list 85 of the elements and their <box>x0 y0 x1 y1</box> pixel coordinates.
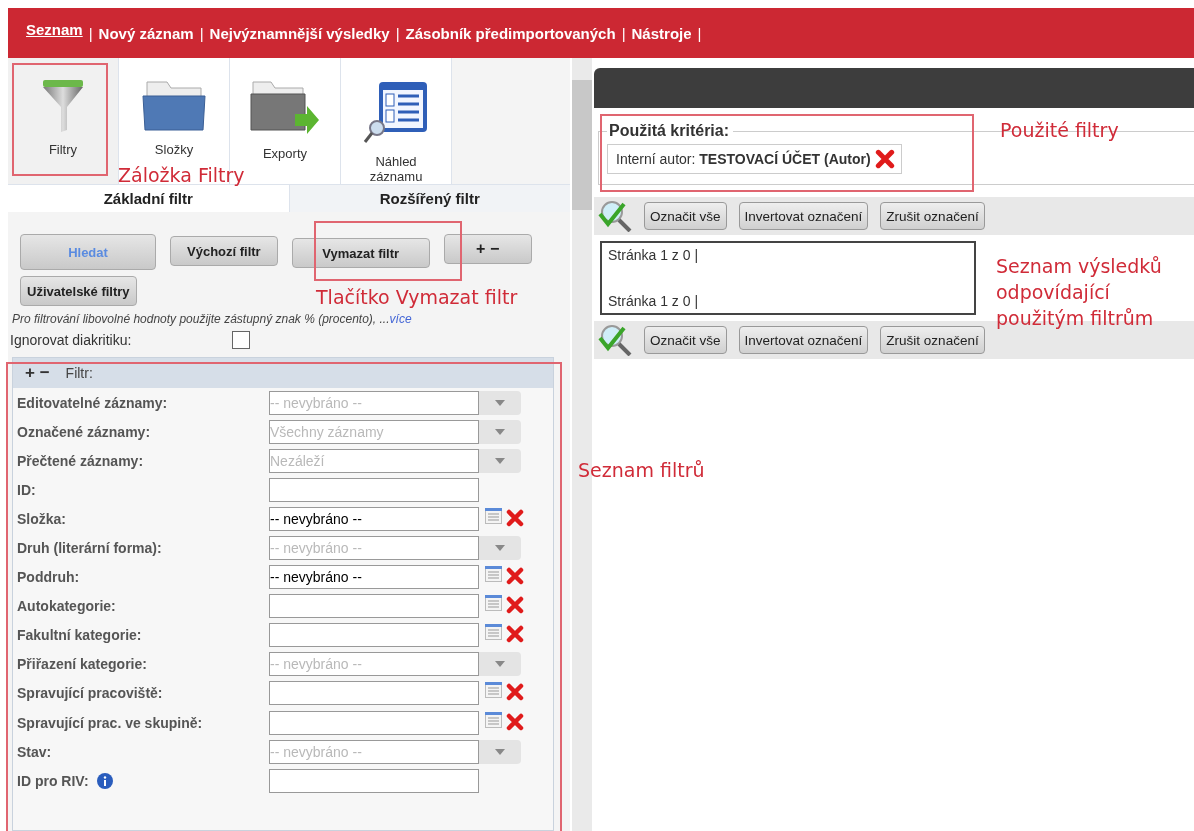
field-label: Přiřazení kategorie: <box>17 656 147 673</box>
input-field[interactable]: -- nevybráno -- <box>269 506 479 531</box>
nav-link[interactable]: Nejvýznamnější výsledky <box>209 24 390 42</box>
nav-separator: | <box>621 24 626 42</box>
criteria-title: Použitá kritéria: <box>608 122 731 140</box>
delete-icon[interactable] <box>506 596 524 615</box>
nav-link[interactable]: Zásobník předimportovaných <box>405 24 616 42</box>
input-field[interactable] <box>269 594 479 619</box>
delete-icon[interactable] <box>874 149 895 169</box>
input-field[interactable] <box>269 710 479 735</box>
checkbox-label: Ignorovat diakritiku: <box>10 332 133 348</box>
action-button[interactable]: + − <box>443 234 532 264</box>
selection-button[interactable]: Zrušit označení <box>880 202 985 230</box>
delete-icon[interactable] <box>506 712 524 731</box>
field-label: Složka: <box>17 510 66 527</box>
checkbox[interactable] <box>232 331 250 349</box>
nav-link[interactable]: Nástroje <box>631 24 692 42</box>
nav-separator: | <box>697 24 702 42</box>
nav-separator: | <box>88 24 93 42</box>
tab[interactable]: Základní filtr <box>8 185 289 212</box>
annotation-text: Seznam výsledků odpovídající použitým filtrům <box>996 254 1163 331</box>
panel-title: Filtr: <box>65 365 93 381</box>
folder-export-icon <box>249 80 321 136</box>
magnifier-check-icon[interactable] <box>598 200 632 232</box>
nav-link[interactable]: Seznam <box>26 21 83 45</box>
action-button[interactable]: Vymazat filtr <box>291 238 430 268</box>
selection-button[interactable]: Invertovat označení <box>738 326 869 354</box>
action-button[interactable]: Výchozí filtr <box>170 236 278 266</box>
field-label: Fakultní kategorie: <box>17 627 142 644</box>
selection-button[interactable]: Označit vše <box>644 202 727 230</box>
selection-button[interactable]: Invertovat označení <box>738 202 869 230</box>
field-label: Autokategorie: <box>17 598 116 615</box>
field-label: Editovatelné záznamy: <box>17 394 168 411</box>
more-link[interactable]: více <box>389 312 412 326</box>
field-label: Poddruh: <box>17 569 80 586</box>
field-label: Stav: <box>17 743 52 760</box>
field-label: ID pro RIV: <box>17 772 89 789</box>
caret-icon <box>495 748 505 755</box>
field-label: Spravující prac. ve skupině: <box>17 714 203 731</box>
annotation-text: Seznam filtrů <box>578 458 705 483</box>
action-button[interactable]: Uživatelské filtry <box>20 276 137 306</box>
delete-icon[interactable] <box>506 508 524 527</box>
caret-icon <box>495 399 505 406</box>
nav-link[interactable]: Nový záznam <box>98 24 194 42</box>
input-field[interactable] <box>269 623 479 648</box>
delete-icon[interactable] <box>506 683 524 702</box>
field-label: Spravující pracoviště: <box>17 685 163 702</box>
criterion-text: Interní autor: TESTOVACÍ ÚČET (Autor) <box>616 151 871 167</box>
list-icon[interactable] <box>485 624 502 641</box>
pager-text: Stránka 1 z 0 | <box>608 293 699 309</box>
list-icon[interactable] <box>485 566 502 583</box>
nav-separator: | <box>395 24 400 42</box>
funnel-icon <box>43 80 83 132</box>
list-icon[interactable] <box>485 507 502 524</box>
hint-text: Pro filtrování libovolné hodnoty použijte zástupný znak % (procento), ...více <box>12 312 413 326</box>
info-icon[interactable] <box>96 772 113 789</box>
delete-icon[interactable] <box>506 567 524 586</box>
annotation-text: Záložka Filtry <box>118 163 245 188</box>
caret-icon <box>495 545 505 551</box>
annotation-text: Použité filtry <box>1000 118 1119 143</box>
caret-icon <box>495 661 505 668</box>
input-field[interactable] <box>269 477 479 502</box>
toolbar-tile[interactable]: Filtry <box>8 58 118 184</box>
annotation-text: Tlačítko Vymazat filtr <box>316 285 518 310</box>
magnifier-check-icon[interactable] <box>598 324 632 356</box>
pager-text: Stránka 1 z 0 | <box>608 247 699 263</box>
list-icon[interactable] <box>485 682 502 699</box>
field-label: Přečtené záznamy: <box>17 452 144 469</box>
field-label: Označené záznamy: <box>17 423 151 440</box>
selection-button[interactable]: Označit vše <box>644 326 727 354</box>
selection-button[interactable]: Zrušit označení <box>880 326 985 354</box>
delete-icon[interactable] <box>506 625 524 644</box>
document-preview-icon <box>363 80 429 144</box>
input-field[interactable] <box>269 681 479 706</box>
list-icon[interactable] <box>485 595 502 612</box>
expand-collapse-toggle[interactable]: + − <box>25 363 50 383</box>
caret-icon <box>495 457 505 464</box>
input-field[interactable]: -- nevybráno -- <box>269 565 479 590</box>
folder-icon <box>141 80 207 132</box>
nav-separator: | <box>199 24 204 42</box>
field-label: ID: <box>17 481 36 498</box>
list-icon[interactable] <box>485 711 502 728</box>
field-label: Druh (literární forma): <box>17 540 162 556</box>
caret-icon <box>495 428 505 435</box>
input-field[interactable] <box>269 768 479 793</box>
